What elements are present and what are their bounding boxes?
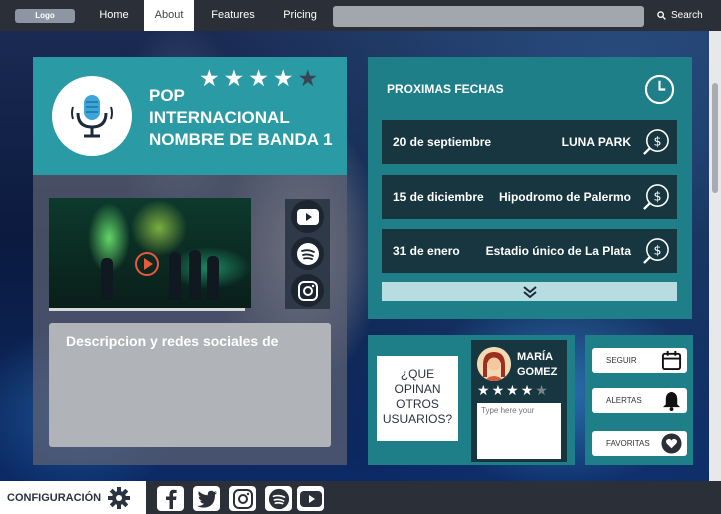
band-title: POP INTERNACIONAL NOMBRE DE BANDA 1 (149, 85, 349, 151)
favorites-button[interactable]: FAVORITAS (592, 431, 687, 456)
user-rating[interactable]: ★ ★ ★ ★ ★ (477, 383, 548, 397)
user-first-name: MARÍA (517, 351, 554, 363)
logo[interactable]: Logo (15, 9, 75, 23)
video-performer (101, 258, 113, 300)
bell-icon (662, 391, 681, 411)
search-icon (657, 11, 666, 20)
svg-text:$: $ (653, 133, 661, 148)
actions-panel: SEGUIR ALERTAS FAVORITAS (585, 335, 693, 465)
band-description: Descripcion y redes sociales de (66, 333, 279, 349)
avatar (477, 347, 511, 381)
band-video[interactable] (49, 198, 251, 308)
date-day: 20 de septiembre (393, 135, 492, 149)
band-description-box: Descripcion y redes sociales de (49, 323, 331, 447)
buy-ticket-icon[interactable]: $ (641, 237, 670, 266)
band-avatar (52, 76, 132, 156)
spotify-icon (268, 488, 289, 509)
band-genre: POP (149, 86, 185, 105)
microphone-icon (71, 95, 113, 138)
youtube-link[interactable] (297, 486, 324, 511)
play-button[interactable] (135, 252, 159, 276)
user-avatar-icon (477, 347, 511, 381)
date-day: 31 de enero (393, 244, 460, 258)
settings-button[interactable]: CONFIGURACIÓN (0, 481, 146, 514)
settings-label: CONFIGURACIÓN (7, 491, 102, 504)
video-progress-bar[interactable] (49, 308, 245, 311)
buy-ticket-icon[interactable]: $ (641, 183, 670, 212)
facebook-icon (165, 489, 177, 509)
upcoming-dates-panel: PROXIMAS FECHAS 20 de septiembre LUNA PA… (368, 57, 692, 319)
facebook-link[interactable] (157, 486, 184, 511)
date-venue: LUNA PARK (561, 135, 631, 149)
nav-link-features[interactable]: Features (203, 0, 263, 31)
band-panel: ★ ★ ★ ★ ★ POP INTERNACIONAL NOMBRE DE BANDA … (33, 57, 347, 465)
youtube-icon (299, 490, 322, 507)
band-header: ★ ★ ★ ★ ★ POP INTERNACIONAL NOMBRE DE BANDA … (33, 57, 347, 175)
follow-button-label: SEGUIR (606, 356, 637, 365)
instagram-link[interactable] (229, 486, 256, 511)
heart-icon (661, 433, 682, 454)
review-input[interactable] (477, 403, 561, 459)
alerts-button-label: ALERTAS (606, 396, 642, 405)
band-social-links (285, 199, 330, 309)
date-day: 15 de diciembre (393, 190, 484, 204)
gear-icon (108, 486, 131, 509)
spotify-link[interactable] (265, 486, 292, 511)
show-more-dates-button[interactable] (382, 282, 677, 301)
star-filled-icon[interactable]: ★ (506, 383, 519, 397)
band-genre-sub: INTERNACIONAL (149, 108, 290, 127)
search-input[interactable] (333, 6, 644, 27)
instagram-link[interactable] (291, 274, 324, 307)
svg-text:$: $ (653, 242, 661, 257)
reviews-panel: ¿QUE OPINAN OTROS USUARIOS? MARÍA GOMEZ … (368, 335, 575, 465)
clock-icon (644, 74, 675, 105)
user-name: MARÍA GOMEZ (517, 350, 557, 380)
date-venue: Estadio único de La Plata (485, 244, 631, 258)
page-scrollbar[interactable] (709, 31, 721, 481)
alerts-button[interactable]: ALERTAS (592, 388, 687, 413)
search-button-label: Search (671, 10, 703, 21)
star-empty-icon[interactable]: ★ (535, 383, 548, 397)
follow-button[interactable]: SEGUIR (592, 348, 687, 373)
date-row[interactable]: 15 de diciembre Hipodromo de Palermo $ (382, 175, 677, 219)
spotify-icon (296, 242, 319, 265)
twitter-link[interactable] (193, 486, 220, 511)
user-last-name: GOMEZ (517, 366, 558, 378)
date-row[interactable]: 20 de septiembre LUNA PARK $ (382, 120, 677, 164)
youtube-icon (296, 208, 319, 225)
video-performer (207, 256, 219, 300)
play-icon (143, 258, 153, 270)
nav-link-about[interactable]: About (144, 0, 194, 31)
reviews-question: ¿QUE OPINAN OTROS USUARIOS? (377, 356, 458, 441)
twitter-icon (196, 490, 217, 508)
band-name: NOMBRE DE BANDA 1 (149, 130, 333, 149)
instagram-icon (297, 280, 318, 301)
star-filled-icon[interactable]: ★ (477, 383, 490, 397)
footer: CONFIGURACIÓN (0, 481, 721, 514)
spotify-link[interactable] (291, 237, 324, 270)
youtube-link[interactable] (291, 200, 324, 233)
search-button[interactable]: Search (657, 0, 703, 31)
upcoming-dates-title: PROXIMAS FECHAS (387, 82, 504, 96)
calendar-icon (661, 350, 682, 371)
user-review-card: MARÍA GOMEZ ★ ★ ★ ★ ★ (471, 340, 567, 462)
video-performer (189, 250, 201, 300)
buy-ticket-icon[interactable]: $ (641, 128, 670, 157)
date-row[interactable]: 31 de enero Estadio único de La Plata $ (382, 229, 677, 273)
top-navbar: Logo Home About Features Pricing Search (0, 0, 721, 31)
video-performer (169, 252, 181, 300)
instagram-icon (232, 488, 253, 509)
double-chevron-down-icon (522, 285, 537, 298)
svg-text:$: $ (653, 188, 661, 203)
scrollbar-thumb[interactable] (712, 83, 718, 193)
favorites-button-label: FAVORITAS (606, 439, 650, 448)
nav-link-home[interactable]: Home (88, 0, 140, 31)
nav-link-pricing[interactable]: Pricing (276, 0, 324, 31)
star-filled-icon[interactable]: ★ (492, 383, 505, 397)
date-venue: Hipodromo de Palermo (498, 190, 631, 204)
star-filled-icon[interactable]: ★ (521, 383, 534, 397)
